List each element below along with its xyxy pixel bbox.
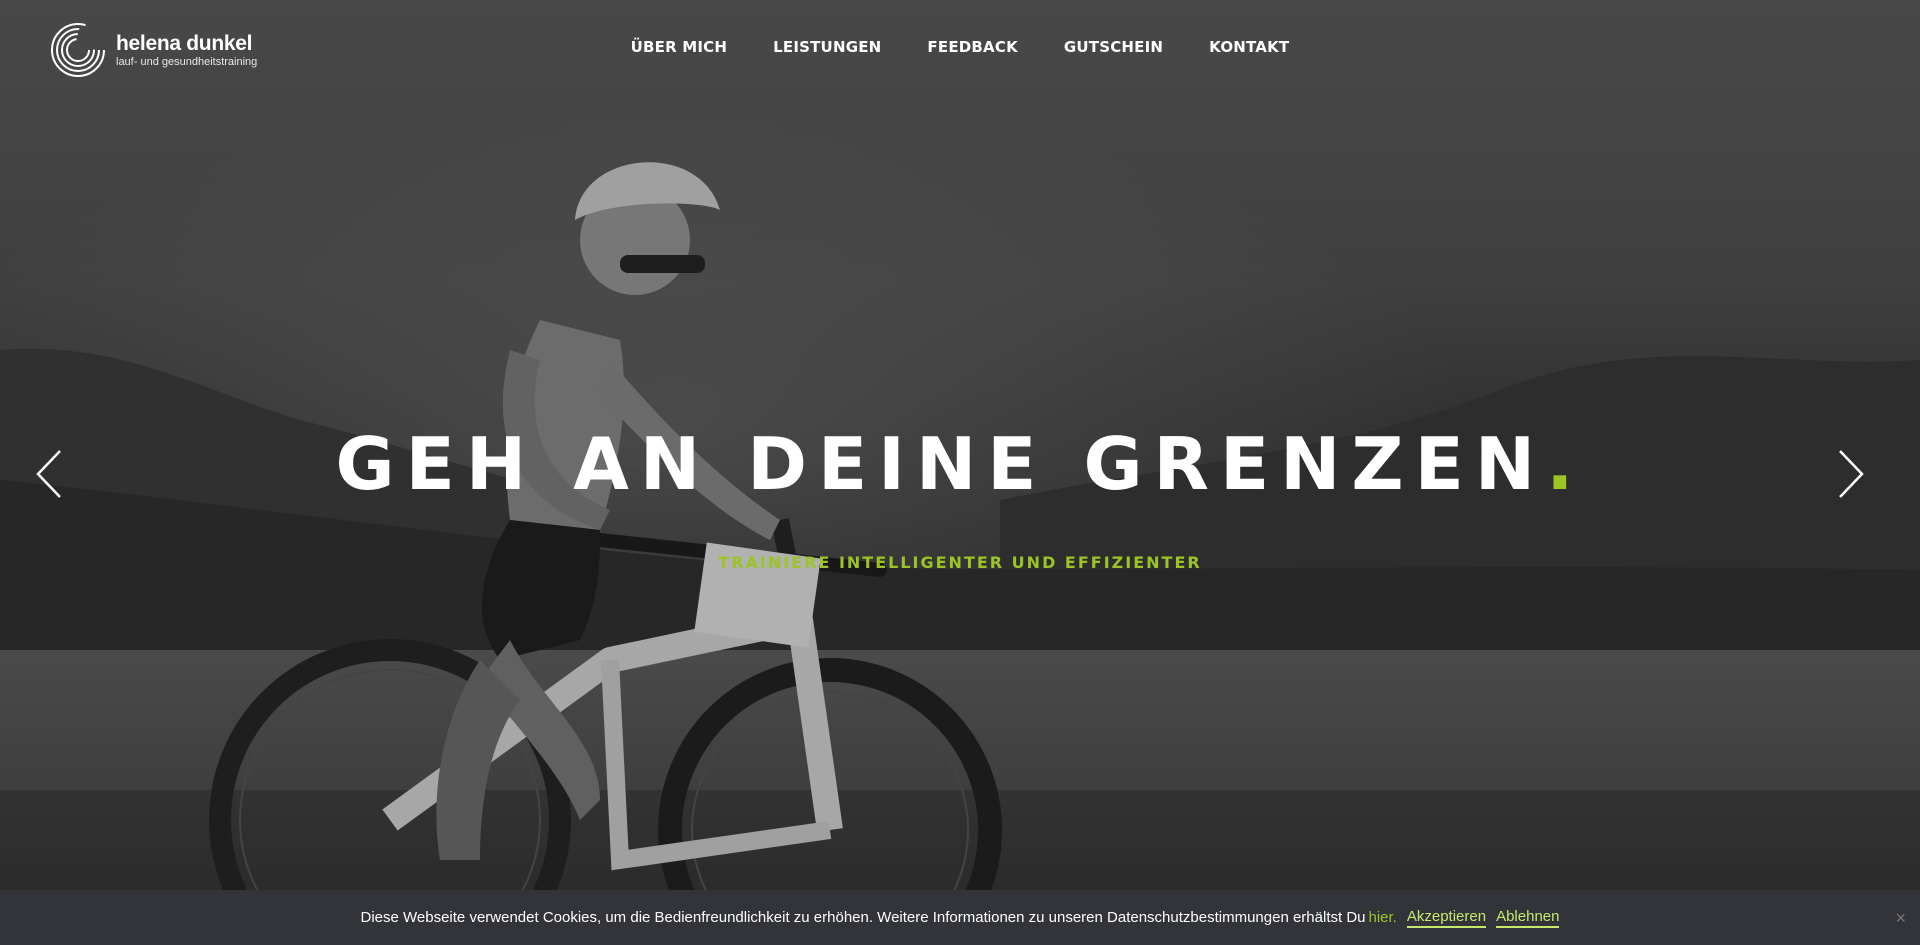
cookie-bar: Diese Webseite verwendet Cookies, um die… — [0, 890, 1920, 945]
main-nav: ÜBER MICH LEISTUNGEN FEEDBACK GUTSCHEIN … — [0, 38, 1920, 56]
nav-item-feedback[interactable]: FEEDBACK — [927, 38, 1017, 56]
logo-tagline: lauf- und gesundheitstraining — [116, 55, 258, 68]
chevron-right-icon[interactable] — [1836, 448, 1866, 500]
hero-headline-dot: . — [1546, 422, 1585, 506]
nav-item-kontakt[interactable]: KONTAKT — [1209, 38, 1289, 56]
hero-headline: GEH AN DEINE GRENZEN. — [0, 428, 1920, 500]
hero-slider: helena dunkel lauf- und gesundheitstrain… — [0, 0, 1920, 945]
cookie-decline-button[interactable]: Ablehnen — [1496, 908, 1560, 928]
hero-subline: TRAINIERE INTELLIGENTER UND EFFIZIENTER — [718, 553, 1202, 572]
cookie-privacy-link[interactable]: hier. — [1369, 909, 1397, 926]
cookie-text: Diese Webseite verwendet Cookies, um die… — [360, 909, 1366, 926]
hero-headline-text: GEH AN DEINE GRENZEN — [335, 422, 1547, 506]
nav-item-gutschein[interactable]: GUTSCHEIN — [1064, 38, 1163, 56]
nav-item-ueber-mich[interactable]: ÜBER MICH — [631, 38, 728, 56]
nav-item-leistungen[interactable]: LEISTUNGEN — [773, 38, 881, 56]
close-icon[interactable]: × — [1895, 908, 1906, 929]
cookie-accept-button[interactable]: Akzeptieren — [1406, 908, 1487, 928]
chevron-left-icon[interactable] — [34, 448, 64, 500]
